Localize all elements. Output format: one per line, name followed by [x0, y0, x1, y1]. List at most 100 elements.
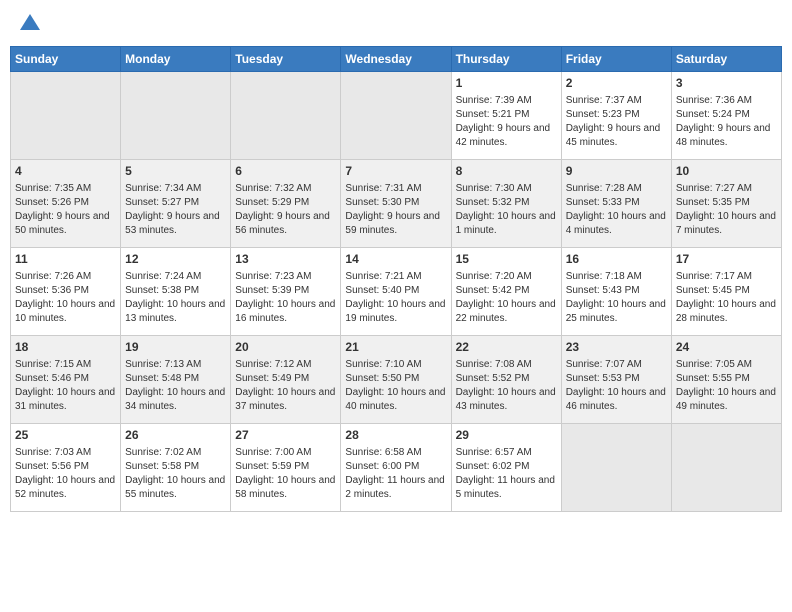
day-info: Daylight: 10 hours and 28 minutes.	[676, 298, 777, 326]
week-row-1: 1Sunrise: 7:39 AMSunset: 5:21 PMDaylight…	[11, 72, 782, 160]
day-info: Daylight: 10 hours and 37 minutes.	[235, 386, 336, 414]
day-info: Daylight: 9 hours and 59 minutes.	[345, 210, 446, 238]
day-info: Sunrise: 7:32 AM	[235, 182, 336, 196]
day-number: 17	[676, 251, 777, 268]
day-info: Sunrise: 7:27 AM	[676, 182, 777, 196]
day-info: Sunset: 5:27 PM	[125, 196, 226, 210]
day-number: 5	[125, 163, 226, 180]
day-info: Sunrise: 7:17 AM	[676, 270, 777, 284]
calendar-cell: 9Sunrise: 7:28 AMSunset: 5:33 PMDaylight…	[561, 160, 671, 248]
calendar-cell: 11 Sunrise: 7:26 AMSunset: 5:36 PMDayligh…	[11, 248, 121, 336]
calendar-cell: 4Sunrise: 7:35 AMSunset: 5:26 PMDaylight…	[11, 160, 121, 248]
week-row-2: 4Sunrise: 7:35 AMSunset: 5:26 PMDaylight…	[11, 160, 782, 248]
day-info: Sunrise: 7:26 AM	[15, 270, 116, 284]
calendar-cell	[231, 72, 341, 160]
day-info: Daylight: 10 hours and 49 minutes.	[676, 386, 777, 414]
day-info: Daylight: 10 hours and 34 minutes.	[125, 386, 226, 414]
header-sunday: Sunday	[11, 47, 121, 72]
calendar-cell: 16 Sunrise: 7:18 AMSunset: 5:43 PMDayligh…	[561, 248, 671, 336]
day-number: 9	[566, 163, 667, 180]
day-info: Sunset: 6:00 PM	[345, 460, 446, 474]
day-info: Sunrise: 7:02 AM	[125, 446, 226, 460]
day-number: 16	[566, 251, 667, 268]
calendar-table: SundayMondayTuesdayWednesdayThursdayFrid…	[10, 46, 782, 512]
day-info: Daylight: 9 hours and 42 minutes.	[456, 122, 557, 150]
day-info: Sunrise: 7:36 AM	[676, 94, 777, 108]
calendar-cell: 17Sunrise: 7:17 AMSunset: 5:45 PMDayligh…	[671, 248, 781, 336]
day-number: 8	[456, 163, 557, 180]
day-info: Daylight: 10 hours and 40 minutes.	[345, 386, 446, 414]
logo	[14, 10, 44, 38]
day-info: Sunset: 5:38 PM	[125, 284, 226, 298]
week-row-3: 11Sunrise: 7:26 AMSunset: 5:36 PMDayligh…	[11, 248, 782, 336]
day-info: Sunrise: 7:24 AM	[125, 270, 226, 284]
day-number: 11	[15, 251, 116, 268]
day-info: Daylight: 10 hours and 1 minute.	[456, 210, 557, 238]
day-info: Sunset: 5:33 PM	[566, 196, 667, 210]
calendar-cell: 18Sunrise: 7:15 AMSunset: 5:46 PMDayligh…	[11, 336, 121, 424]
header-monday: Monday	[121, 47, 231, 72]
calendar-cell: 14Sunrise: 7:21 AMSunset: 5:40 PMDayligh…	[341, 248, 451, 336]
calendar-cell: 29Sunrise: 6:57 AMSunset: 6:02 PMDayligh…	[451, 424, 561, 512]
day-info: Daylight: 10 hours and 10 minutes.	[15, 298, 116, 326]
calendar-cell: 28Sunrise: 6:58 AMSunset: 6:00 PMDayligh…	[341, 424, 451, 512]
day-info: Sunset: 5:43 PM	[566, 284, 667, 298]
day-number: 23	[566, 339, 667, 356]
day-info: Sunset: 5:30 PM	[345, 196, 446, 210]
calendar-cell: 2Sunrise: 7:37 AMSunset: 5:23 PMDaylight…	[561, 72, 671, 160]
day-info: Daylight: 10 hours and 22 minutes.	[456, 298, 557, 326]
day-info: Daylight: 10 hours and 52 minutes.	[15, 474, 116, 502]
day-number: 6	[235, 163, 336, 180]
day-number: 25	[15, 427, 116, 444]
calendar-cell: 21Sunrise: 7:10 AMSunset: 5:50 PMDayligh…	[341, 336, 451, 424]
day-info: Sunrise: 7:18 AM	[566, 270, 667, 284]
day-info: Sunrise: 7:15 AM	[15, 358, 116, 372]
day-info: Sunrise: 7:10 AM	[345, 358, 446, 372]
day-info: Sunset: 5:26 PM	[15, 196, 116, 210]
day-info: Daylight: 9 hours and 45 minutes.	[566, 122, 667, 150]
logo-icon	[16, 10, 44, 38]
day-number: 18	[15, 339, 116, 356]
day-number: 3	[676, 75, 777, 92]
calendar-cell: 20Sunrise: 7:12 AMSunset: 5:49 PMDayligh…	[231, 336, 341, 424]
day-info: Sunset: 5:55 PM	[676, 372, 777, 386]
day-info: Sunset: 5:53 PM	[566, 372, 667, 386]
day-info: Daylight: 10 hours and 13 minutes.	[125, 298, 226, 326]
header-wednesday: Wednesday	[341, 47, 451, 72]
day-info: Sunset: 5:24 PM	[676, 108, 777, 122]
day-info: Sunset: 5:35 PM	[676, 196, 777, 210]
day-info: Sunrise: 7:13 AM	[125, 358, 226, 372]
calendar-cell: 12Sunrise: 7:24 AMSunset: 5:38 PMDayligh…	[121, 248, 231, 336]
calendar-cell: 27Sunrise: 7:00 AMSunset: 5:59 PMDayligh…	[231, 424, 341, 512]
day-number: 19	[125, 339, 226, 356]
day-info: Sunset: 5:32 PM	[456, 196, 557, 210]
header-saturday: Saturday	[671, 47, 781, 72]
day-number: 26	[125, 427, 226, 444]
day-number: 13	[235, 251, 336, 268]
calendar-cell	[121, 72, 231, 160]
day-info: Sunset: 5:40 PM	[345, 284, 446, 298]
day-info: Sunset: 5:36 PM	[15, 284, 116, 298]
day-info: Daylight: 10 hours and 25 minutes.	[566, 298, 667, 326]
calendar-cell: 10Sunrise: 7:27 AMSunset: 5:35 PMDayligh…	[671, 160, 781, 248]
day-info: Sunset: 5:49 PM	[235, 372, 336, 386]
calendar-cell	[11, 72, 121, 160]
day-info: Sunset: 5:23 PM	[566, 108, 667, 122]
day-info: Sunrise: 7:07 AM	[566, 358, 667, 372]
calendar-cell: 13Sunrise: 7:23 AMSunset: 5:39 PMDayligh…	[231, 248, 341, 336]
day-info: Sunset: 5:50 PM	[345, 372, 446, 386]
calendar-cell: 15Sunrise: 7:20 AMSunset: 5:42 PMDayligh…	[451, 248, 561, 336]
page-header	[10, 10, 782, 38]
day-info: Sunset: 5:52 PM	[456, 372, 557, 386]
day-info: Sunset: 5:29 PM	[235, 196, 336, 210]
day-info: Daylight: 11 hours and 5 minutes.	[456, 474, 557, 502]
calendar-cell: 3Sunrise: 7:36 AMSunset: 5:24 PMDaylight…	[671, 72, 781, 160]
day-number: 15	[456, 251, 557, 268]
day-number: 1	[456, 75, 557, 92]
day-number: 4	[15, 163, 116, 180]
calendar-cell: 8Sunrise: 7:30 AMSunset: 5:32 PMDaylight…	[451, 160, 561, 248]
week-row-5: 25Sunrise: 7:03 AMSunset: 5:56 PMDayligh…	[11, 424, 782, 512]
day-info: Sunrise: 7:12 AM	[235, 358, 336, 372]
day-info: Sunset: 6:02 PM	[456, 460, 557, 474]
day-info: Sunrise: 6:58 AM	[345, 446, 446, 460]
